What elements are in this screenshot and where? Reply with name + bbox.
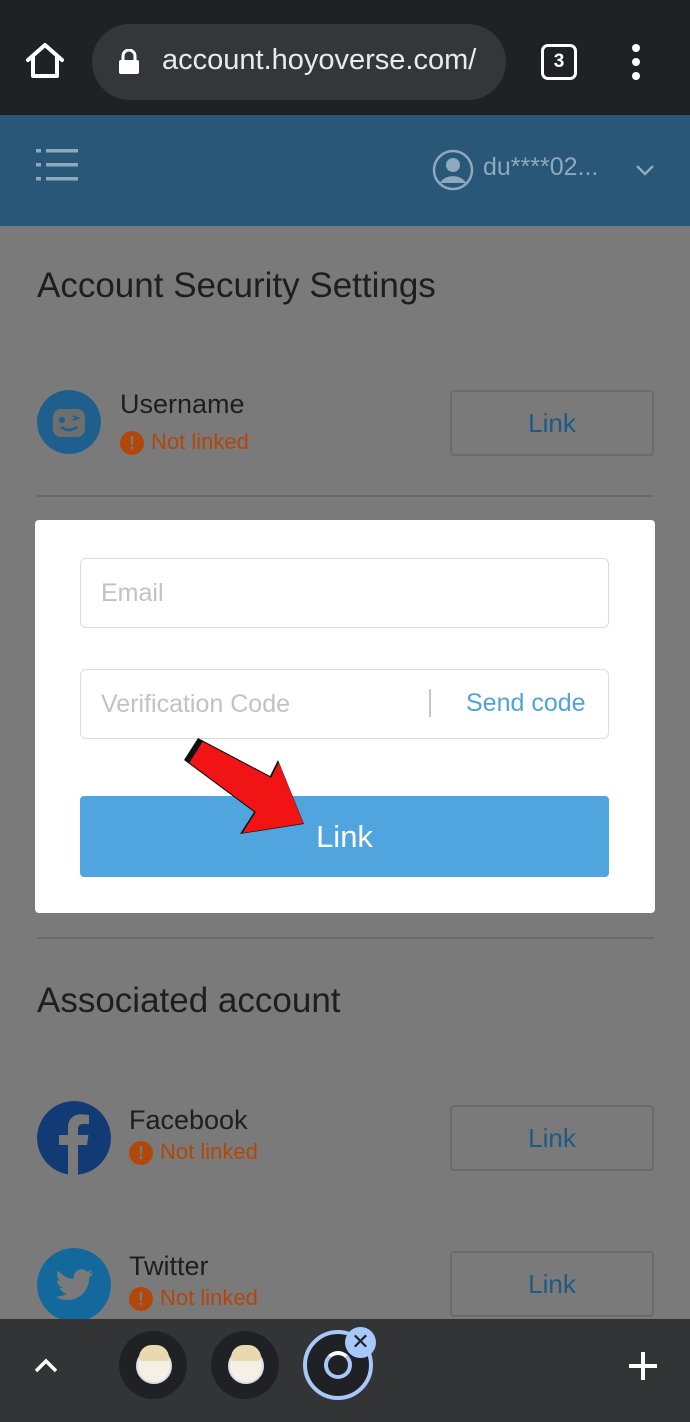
username-status: ! Not linked xyxy=(120,429,320,457)
chevron-down-icon[interactable] xyxy=(634,163,656,177)
email-field[interactable] xyxy=(80,558,609,628)
warning-icon: ! xyxy=(129,1141,153,1165)
warning-icon: ! xyxy=(129,1287,153,1311)
email-input[interactable] xyxy=(101,559,421,627)
plus-icon[interactable] xyxy=(627,1350,659,1382)
favicon-hair xyxy=(231,1345,261,1361)
red-arrow-icon xyxy=(184,738,304,834)
link-submit-button[interactable]: Link xyxy=(80,796,609,877)
divider xyxy=(37,495,654,497)
link-email-dialog: Send code Link xyxy=(35,520,655,913)
tab-strip: ✕ xyxy=(0,1319,690,1422)
home-icon xyxy=(26,43,64,78)
facebook-link-button[interactable]: Link xyxy=(450,1105,654,1171)
associated-account-title: Associated account xyxy=(37,981,341,1020)
field-divider xyxy=(429,689,431,717)
tab-thumbnail[interactable] xyxy=(211,1331,279,1399)
user-avatar-icon[interactable] xyxy=(432,149,474,191)
hamburger-icon xyxy=(36,149,78,181)
account-username[interactable]: du****02... xyxy=(483,153,598,182)
menu-icon xyxy=(632,44,640,80)
twitter-label: Twitter xyxy=(129,1251,209,1281)
facebook-label: Facebook xyxy=(129,1105,248,1135)
browser-toolbar: account.hoyoverse.com/ 3 xyxy=(0,0,690,115)
tab-thumbnail[interactable] xyxy=(119,1331,187,1399)
site-header: du****02... xyxy=(0,115,690,226)
warning-icon: ! xyxy=(120,431,144,455)
username-link-button[interactable]: Link xyxy=(450,390,654,456)
page-title: Account Security Settings xyxy=(37,266,436,305)
tab-count-button[interactable]: 3 xyxy=(541,44,577,80)
send-code-button[interactable]: Send code xyxy=(466,689,586,718)
url-text: account.hoyoverse.com/ xyxy=(162,44,477,76)
browser-menu-button[interactable] xyxy=(624,42,648,82)
twitter-link-button[interactable]: Link xyxy=(450,1251,654,1317)
favicon-hair xyxy=(139,1345,169,1361)
chevron-up-icon[interactable] xyxy=(33,1356,59,1374)
status-text: Not linked xyxy=(160,1285,258,1310)
facebook-status: ! Not linked xyxy=(129,1139,329,1167)
verification-code-field[interactable]: Send code xyxy=(80,669,609,739)
facebook-icon xyxy=(37,1101,111,1175)
close-icon[interactable]: ✕ xyxy=(345,1327,376,1358)
status-text: Not linked xyxy=(151,429,249,454)
twitter-status: ! Not linked xyxy=(129,1285,329,1313)
loading-spinner xyxy=(324,1351,352,1379)
address-bar[interactable]: account.hoyoverse.com/ xyxy=(92,24,506,100)
divider xyxy=(37,937,654,939)
bot-face-icon xyxy=(37,390,101,454)
nav-menu-button[interactable] xyxy=(34,145,82,193)
status-text: Not linked xyxy=(160,1139,258,1164)
username-label: Username xyxy=(120,389,245,419)
home-button[interactable] xyxy=(22,38,68,84)
twitter-icon xyxy=(37,1248,111,1322)
lock-icon xyxy=(119,49,139,74)
verification-code-input[interactable] xyxy=(101,670,421,738)
